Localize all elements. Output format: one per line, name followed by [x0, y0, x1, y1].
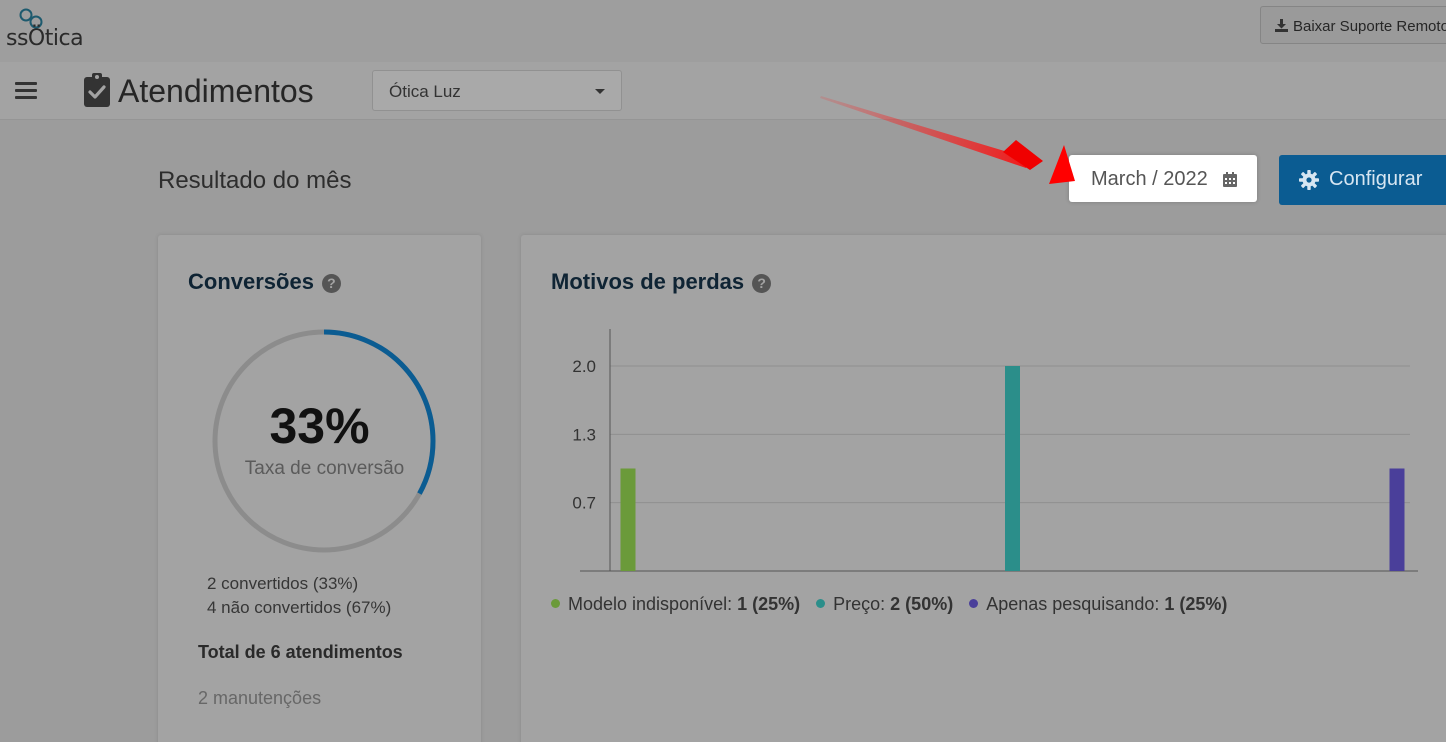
maintenance-count: 2 manutenções	[198, 688, 322, 708]
loss-reasons-card: Motivos de perdas? 0.7 1.3 2.0 Modelo indi…	[521, 235, 1446, 742]
app-logo[interactable]: ssÖtica	[6, 8, 96, 51]
page-header: Atendimentos Ótica Luz	[0, 62, 1446, 120]
legend-dot-icon	[551, 599, 560, 608]
configure-label: Configurar	[1329, 168, 1423, 190]
store-select-value: Ótica Luz	[389, 82, 461, 101]
loss-reasons-chart: 0.7 1.3 2.0	[572, 329, 1418, 572]
bar-modelo-indispon-vel[interactable]	[620, 468, 636, 572]
month-picker[interactable]: March / 2022	[1069, 155, 1257, 202]
y-tick-label: 1.3	[572, 425, 596, 444]
converted-count: 2 convertidos (33%)	[207, 574, 359, 593]
gear-icon	[1299, 170, 1319, 190]
legend-label: Apenas pesquisando:	[986, 594, 1165, 614]
page-title: Atendimentos	[118, 73, 314, 109]
legend-dot-icon	[816, 599, 826, 608]
legend-item[interactable]: Modelo indisponível: 1 (25%)	[551, 594, 800, 615]
download-icon	[1275, 19, 1288, 32]
configure-button[interactable]: Configurar	[1279, 155, 1446, 205]
question-circle-icon[interactable]: ?	[321, 274, 341, 293]
legend-dot-icon	[969, 599, 979, 608]
bar-apenas-pesquisando[interactable]	[1389, 468, 1405, 572]
total-attendances: Total de 6 atendimentos	[198, 642, 403, 662]
legend-label: Preço:	[833, 594, 891, 614]
chevron-down-icon	[595, 89, 605, 94]
legend-value: 2 (50%)	[890, 594, 954, 614]
month-picker-value: March / 2022	[1091, 168, 1208, 190]
clipboard-check-icon	[84, 73, 110, 107]
section-title: Resultado do mês	[158, 167, 352, 194]
chart-legend: Modelo indisponível: 1 (25%) Preço: 2 (50…	[551, 594, 1243, 615]
download-support-label: Baixar Suporte Remoto	[1293, 18, 1446, 35]
legend-value: 1 (25%)	[737, 594, 801, 614]
hamburger-menu-icon[interactable]	[15, 82, 37, 100]
conversions-title-text: Conversões	[188, 269, 314, 294]
legend-label: Modelo indisponível:	[568, 594, 738, 614]
store-select[interactable]: Ótica Luz	[372, 70, 622, 111]
legend-value: 1 (25%)	[1164, 594, 1228, 614]
conversion-rate-label: Taxa de conversão	[244, 458, 405, 479]
legend-item[interactable]: Apenas pesquisando: 1 (25%)	[969, 594, 1227, 615]
legend-item[interactable]: Preço: 2 (50%)	[816, 594, 953, 615]
download-support-button[interactable]: Baixar Suporte Remoto	[1260, 6, 1446, 44]
bar-pre-o[interactable]	[1005, 366, 1020, 571]
calendar-icon	[1223, 172, 1237, 187]
conversions-card: Conversões? 33% Taxa de conversão 2 conv…	[158, 235, 481, 742]
logo-text: ssÖtica	[6, 26, 84, 51]
top-bar: ssÖtica Baixar Suporte Remoto	[0, 0, 1446, 62]
conversions-title: Conversões?	[188, 269, 341, 295]
y-tick-label: 2.0	[572, 357, 596, 376]
conversion-stats: 2 convertidos (33%) 4 não convertidos (6…	[207, 572, 391, 620]
not-converted-count: 4 não convertidos (67%)	[207, 598, 392, 617]
y-tick-label: 0.7	[572, 494, 596, 513]
conversion-rate-value: 33%	[269, 398, 370, 454]
